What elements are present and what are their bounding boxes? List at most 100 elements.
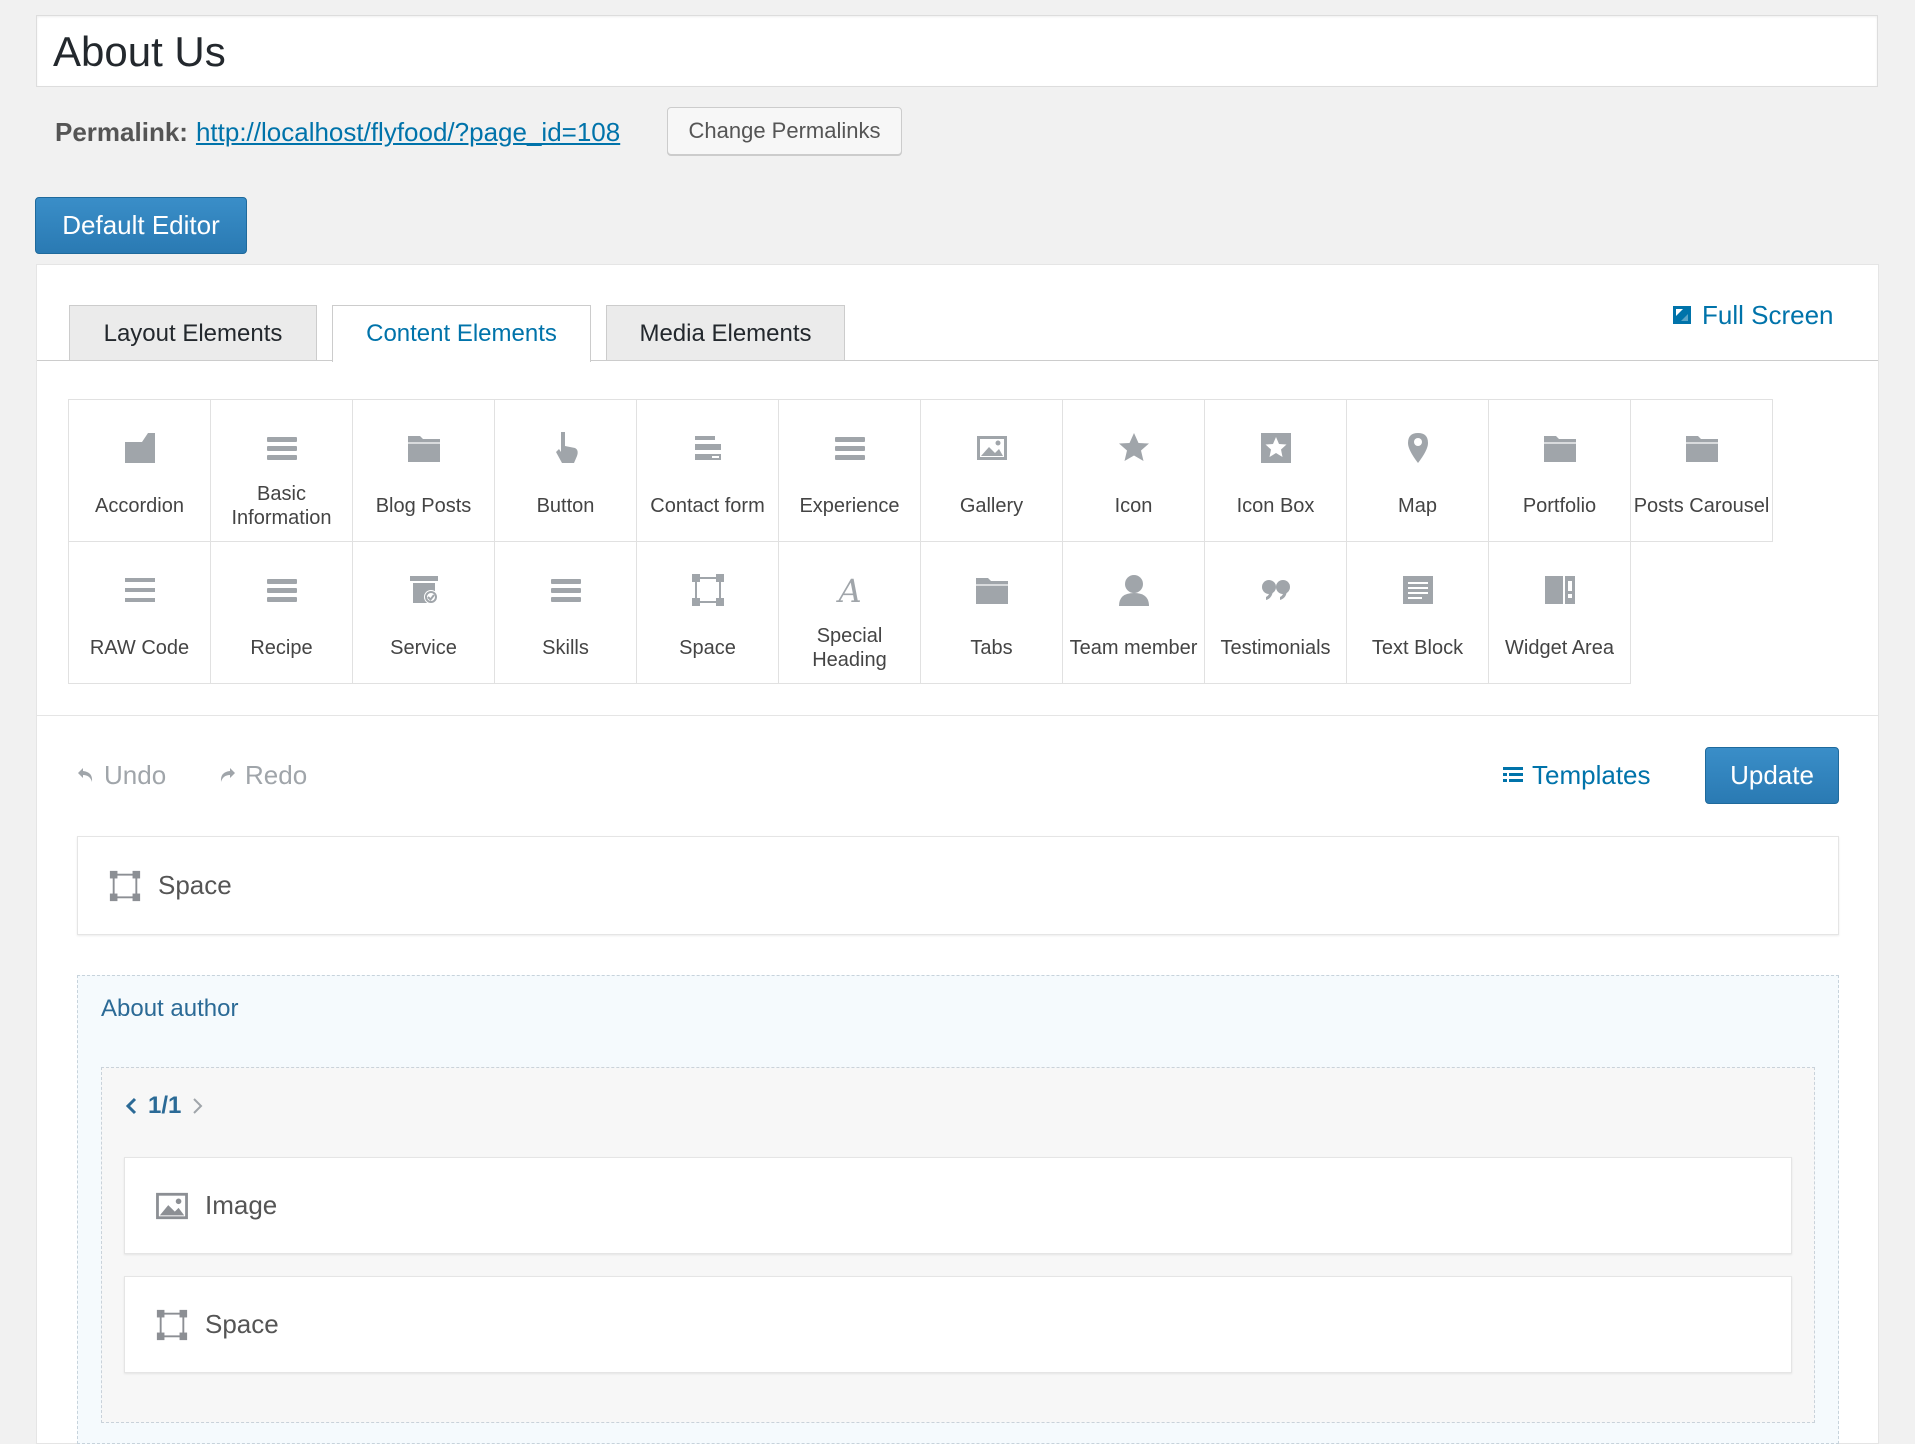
person-icon [1116,572,1152,608]
undo-label: Undo [104,759,167,790]
list-icon [264,572,300,608]
tab-media-elements[interactable]: Media Elements [606,305,845,361]
element-label: Posts Carousel [1633,495,1770,517]
update-button[interactable]: Update [1705,747,1839,804]
form-icon [690,430,726,466]
star-box-icon [1258,430,1294,466]
script-a-icon: A [832,572,868,608]
element-icon-box[interactable]: Icon Box [1204,399,1347,542]
pointer-icon [548,430,584,466]
full-screen-label: Full Screen [1702,299,1834,330]
change-permalinks-button[interactable]: Change Permalinks [667,107,902,155]
canvas-item-label: Space [205,1309,279,1339]
element-widget-area[interactable]: Widget Area [1488,541,1631,684]
element-raw-code[interactable]: RAW Code [68,541,211,684]
element-team-member[interactable]: Team member [1062,541,1205,684]
canvas-item-label: Space [158,870,232,900]
tab-layout-elements[interactable]: Layout Elements [69,305,317,361]
widget-icon [1542,572,1578,608]
pager-value: 1/1 [148,1092,182,1119]
element-accordion[interactable]: Accordion [68,399,211,542]
element-label: Contact form [650,495,765,517]
element-contact-form[interactable]: Contact form [636,399,779,542]
svg-text:A: A [835,572,861,608]
element-recipe[interactable]: Recipe [210,541,353,684]
accordion-icon [122,430,158,466]
element-label: Button [536,495,595,517]
element-label: Team member [1069,637,1198,659]
space-icon [108,869,142,903]
element-label: Basic Information [231,483,332,529]
space-icon [155,1308,189,1342]
redo-icon [217,765,237,785]
element-label: RAW Code [89,637,190,659]
default-editor-button[interactable]: Default Editor [35,197,247,254]
redo-button[interactable]: Redo [217,755,307,795]
chevron-left-icon[interactable] [124,1096,138,1116]
image-icon [155,1191,189,1221]
element-text-block[interactable]: Text Block [1346,541,1489,684]
element-gallery[interactable]: Gallery [920,399,1063,542]
element-label: Service [390,637,457,659]
post-title-input[interactable]: About Us [36,15,1878,87]
element-label: Tabs [970,637,1013,659]
permalink-link[interactable]: http://localhost/flyfood/?page_id=108 [196,117,620,148]
star-icon [1116,430,1152,466]
element-icon[interactable]: Icon [1062,399,1205,542]
list-icon [548,572,584,608]
element-button[interactable]: Button [494,399,637,542]
element-map[interactable]: Map [1346,399,1489,542]
element-skills[interactable]: Skills [494,541,637,684]
quote-icon [1258,572,1294,608]
canvas-image-item[interactable]: Image [124,1157,1792,1254]
chevron-right-icon[interactable] [191,1096,205,1116]
list-icon [832,430,868,466]
folder-icon [1684,430,1720,466]
element-space[interactable]: Space [636,541,779,684]
permalink-label: Permalink: [55,116,188,147]
folder-icon [974,572,1010,608]
element-testimonials[interactable]: Testimonials [1204,541,1347,684]
canvas-item-label: Image [205,1190,278,1220]
element-service[interactable]: Service [352,541,495,684]
templates-label: Templates [1532,759,1651,790]
lines-icon [122,572,158,608]
undo-icon [76,765,96,785]
expand-icon [1672,305,1692,325]
undo-button[interactable]: Undo [76,755,166,795]
element-label: Map [1398,495,1437,517]
element-portfolio[interactable]: Portfolio [1488,399,1631,542]
column-pager: 1/1 [124,1088,205,1124]
element-label: Icon Box [1236,495,1315,517]
element-special-heading[interactable]: A Special Heading [778,541,921,684]
canvas-space-item[interactable]: Space [77,836,1839,935]
element-label: Skills [542,637,589,659]
element-posts-carousel[interactable]: Posts Carousel [1630,399,1773,542]
element-label: Blog Posts [375,495,472,517]
templates-icon [1502,765,1524,785]
element-label: Special Heading [812,625,887,671]
element-basic-information[interactable]: Basic Information [210,399,353,542]
element-blog-posts[interactable]: Blog Posts [352,399,495,542]
folder-icon [1542,430,1578,466]
element-label: Recipe [250,637,313,659]
element-label: Portfolio [1522,495,1597,517]
canvas-space-item-2[interactable]: Space [124,1276,1792,1373]
element-label: Accordion [95,495,184,517]
element-label: Space [679,637,736,659]
templates-button[interactable]: Templates [1502,755,1651,795]
tab-content-elements[interactable]: Content Elements [332,305,591,362]
element-label: Experience [799,495,900,517]
tab-divider [37,360,1878,361]
element-label: Gallery [959,495,1024,517]
element-experience[interactable]: Experience [778,399,921,542]
full-screen-button[interactable]: Full Screen [1672,295,1834,335]
elements-divider [37,715,1878,716]
permalink-row: Permalink: http://localhost/flyfood/?pag… [55,110,620,154]
redo-label: Redo [245,759,308,790]
active-tab-gap [333,359,590,362]
section-title[interactable]: About author [101,995,238,1023]
element-tabs[interactable]: Tabs [920,541,1063,684]
map-pin-icon [1400,430,1436,466]
image-icon [974,430,1010,466]
